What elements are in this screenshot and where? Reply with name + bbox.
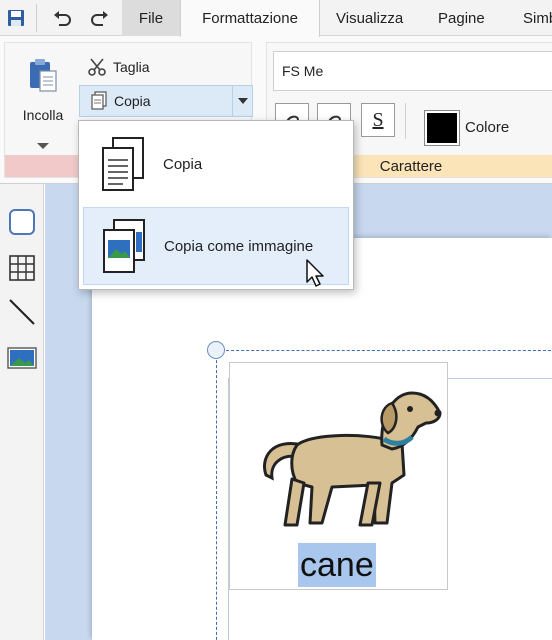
paste-icon: [30, 59, 57, 92]
chevron-down-icon[interactable]: [37, 143, 49, 149]
line-tool-icon[interactable]: [6, 296, 38, 328]
cut-button[interactable]: Taglia: [87, 53, 150, 81]
cut-label: Taglia: [113, 59, 150, 75]
ribbon-tab-bar: File Formattazione Visualizza Pagine Sim…: [0, 0, 552, 37]
left-toolbar: [0, 184, 44, 640]
undo-icon[interactable]: [48, 4, 76, 32]
menu-item-copy-label: Copia: [163, 155, 203, 173]
menu-item-copy-as-image-label: Copia come immagine: [164, 237, 314, 255]
mouse-pointer-icon: [306, 259, 324, 287]
menu-item-copy[interactable]: Copia: [83, 125, 349, 203]
tab-pagine[interactable]: Pagine: [438, 0, 485, 36]
scissors-icon: [88, 58, 106, 76]
tab-file[interactable]: File: [122, 0, 180, 36]
save-icon[interactable]: [2, 4, 30, 32]
selection-frame: [216, 350, 552, 640]
frame-tool-icon[interactable]: [6, 206, 38, 238]
format-divider: [405, 103, 406, 139]
tab-visualizza[interactable]: Visualizza: [336, 0, 403, 36]
color-label[interactable]: Colore: [465, 119, 509, 136]
table-tool-icon[interactable]: [6, 252, 38, 284]
tab-formattazione[interactable]: Formattazione: [180, 0, 320, 37]
copy-label: Copia: [114, 93, 151, 109]
tab-simboli[interactable]: Simb: [523, 0, 552, 36]
redo-icon[interactable]: [86, 4, 114, 32]
color-swatch[interactable]: [424, 110, 460, 146]
chevron-down-icon: [237, 98, 248, 104]
copy-button[interactable]: Copia: [79, 85, 233, 117]
image-tool-icon[interactable]: [6, 342, 38, 374]
image-copy-icon: [84, 211, 164, 281]
paste-label: Incolla: [22, 107, 64, 123]
font-name-input[interactable]: FS Me: [273, 51, 552, 91]
paste-button[interactable]: Incolla: [15, 51, 71, 157]
quick-access-divider: [36, 4, 37, 32]
copy-icon: [91, 91, 107, 110]
underline-button[interactable]: S: [361, 103, 395, 137]
selection-handle[interactable]: [207, 341, 225, 359]
copy-dropdown-button[interactable]: [233, 85, 253, 117]
document-copy-icon: [83, 129, 163, 199]
